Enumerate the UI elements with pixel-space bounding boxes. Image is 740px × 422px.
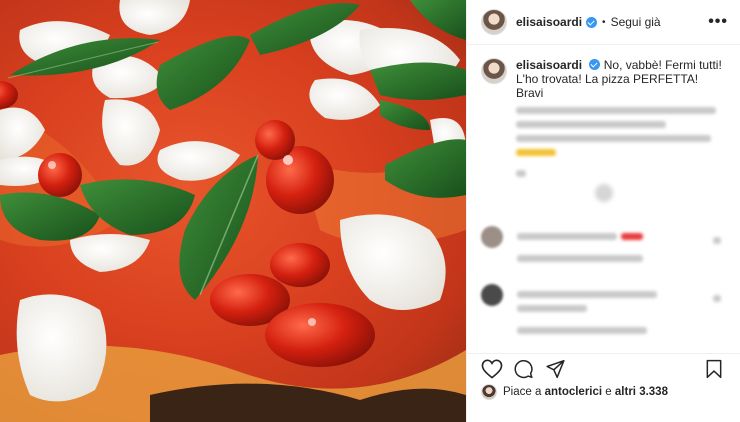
verified-badge-icon [586, 16, 598, 28]
caption-avatar[interactable] [481, 58, 507, 84]
blurred-timestamp [516, 170, 526, 177]
blurred-comment-meta [517, 255, 643, 262]
instagram-post: elisaisoardi • Segui già ••• elisaisoard… [0, 0, 740, 422]
comment-like-icon[interactable] [713, 237, 721, 244]
send-icon[interactable] [545, 359, 566, 379]
post-photo-pizza[interactable] [0, 0, 466, 422]
liker-avatar [481, 384, 497, 400]
bookmark-icon[interactable] [705, 359, 723, 379]
heart-icon[interactable] [481, 359, 503, 379]
comment-icon[interactable] [513, 359, 534, 379]
blurred-line [516, 107, 716, 114]
blurred-comment-text [517, 233, 617, 240]
author-username[interactable]: elisaisoardi [516, 15, 582, 29]
blurred-comment-text [517, 291, 657, 298]
comment-like-icon[interactable] [713, 295, 721, 302]
caption-text-block: elisaisoardi No, vabbè! Fermi tutti! L'h… [516, 58, 726, 177]
author-avatar[interactable] [481, 9, 507, 35]
blurred-emoji [621, 233, 643, 240]
caption-username[interactable]: elisaisoardi [516, 58, 582, 72]
liker-username[interactable]: antoclerici [545, 386, 603, 398]
follow-status-button[interactable]: Segui già [611, 15, 661, 29]
post-caption: elisaisoardi No, vabbè! Fermi tutti! L'h… [467, 45, 740, 177]
pizza-image [0, 0, 466, 422]
comment-avatar[interactable] [481, 284, 503, 306]
likes-middle: e [605, 386, 612, 398]
blurred-comment-meta [517, 327, 647, 334]
likes-count[interactable]: altri 3.338 [615, 386, 668, 398]
blurred-comment-text [517, 305, 587, 312]
more-options-icon[interactable]: ••• [708, 13, 728, 31]
comment-avatar[interactable] [481, 226, 503, 248]
caption-blurred-text [516, 107, 726, 177]
post-actions-bar [467, 353, 740, 383]
blurred-line [516, 121, 666, 128]
blurred-emoji [516, 149, 556, 156]
separator-dot: • [602, 16, 606, 28]
blurred-line [516, 135, 711, 142]
verified-badge-icon [589, 59, 601, 70]
loading-spinner-icon [595, 184, 613, 202]
post-header: elisaisoardi • Segui già ••• [467, 0, 740, 45]
post-side-panel: elisaisoardi • Segui già ••• elisaisoard… [466, 0, 740, 422]
likes-summary[interactable]: Piace a antoclerici e altri 3.338 [481, 384, 668, 400]
likes-prefix: Piace a [503, 386, 542, 398]
